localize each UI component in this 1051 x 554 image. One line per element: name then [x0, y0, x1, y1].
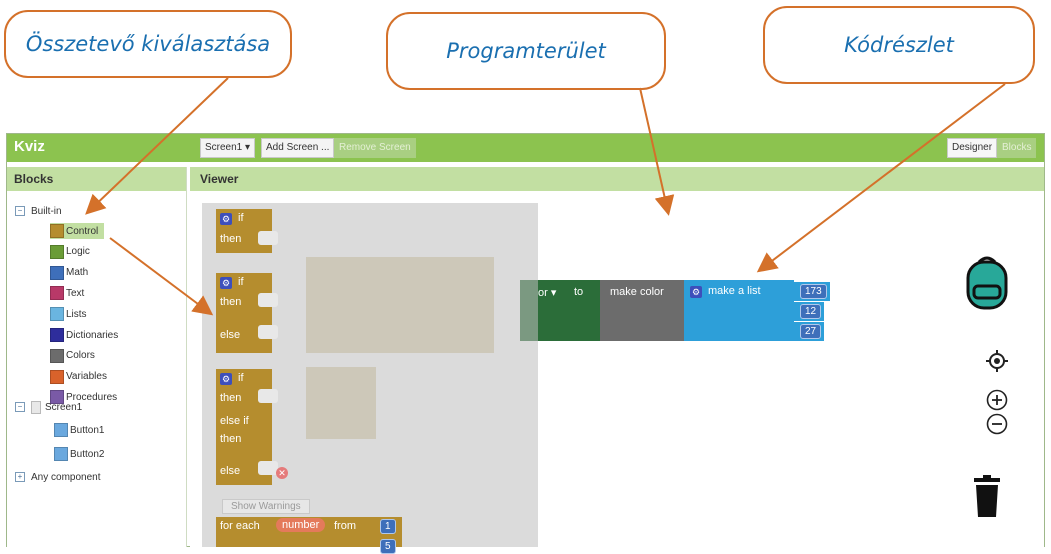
setter-dropdown[interactable]: or ▾ [538, 286, 556, 299]
phone-icon [31, 400, 41, 414]
number-173[interactable]: 173 [794, 282, 830, 301]
make-a-list-block[interactable]: ⚙ make a list [684, 280, 794, 341]
callout-component-select: Összetevő kiválasztása [4, 10, 292, 78]
tree-item-label: Button1 [70, 424, 105, 436]
category-swatch-icon [50, 348, 64, 363]
for-each-label: for each [220, 520, 260, 532]
tree-item-button1[interactable]: Button1 [54, 422, 104, 438]
add-screen-button[interactable]: Add Screen ... [261, 138, 335, 158]
tree-screen1[interactable]: − Screen1 [15, 399, 82, 415]
if-elseif-else-block[interactable]: ⚙ if then else if then else [216, 369, 278, 485]
zoom-out-icon[interactable] [986, 413, 1008, 435]
designer-button[interactable]: Designer [947, 138, 998, 158]
target-icon[interactable] [985, 349, 1009, 373]
if-label: if [238, 212, 244, 224]
tree-item-label: Variables [66, 371, 107, 383]
blocks-button[interactable]: Blocks [997, 138, 1037, 158]
category-swatch-icon [50, 265, 64, 280]
number-value[interactable]: 27 [800, 324, 822, 339]
zoom-in-icon[interactable] [986, 389, 1008, 411]
backpack-icon[interactable] [962, 254, 1012, 310]
category-swatch-icon [50, 286, 64, 301]
gear-icon[interactable]: ⚙ [220, 373, 232, 385]
else-label: else [220, 465, 241, 477]
then-label: then [220, 433, 242, 445]
trash-icon[interactable] [974, 475, 1000, 517]
tree-item-text[interactable]: Text [50, 285, 84, 301]
to-value[interactable]: 5 [380, 539, 396, 554]
if-then-else-block[interactable]: ⚙ if then else [216, 273, 278, 353]
else-if-label: else if [220, 415, 249, 427]
setter-to-label: to [574, 286, 584, 298]
tree-item-label: Lists [66, 308, 87, 320]
tree-item-lists[interactable]: Lists [50, 306, 87, 322]
app-window: Kviz Screen1 ▾ Add Screen ... Remove Scr… [6, 133, 1045, 554]
tree-item-colors[interactable]: Colors [50, 348, 95, 364]
number-value[interactable]: 173 [800, 284, 827, 299]
then-label: then [220, 296, 242, 308]
tree-item-button2[interactable]: Button2 [54, 446, 104, 462]
control-flyout: ⚙ if then ⚙ if then else ⚙ if then else … [202, 203, 538, 554]
number-variable[interactable]: number [276, 518, 326, 532]
category-swatch-icon [50, 307, 64, 322]
tree-any-component[interactable]: + Any component [15, 469, 101, 485]
warning-icon: ✕ [276, 467, 288, 479]
category-swatch-icon [50, 328, 64, 342]
collapse-icon[interactable]: − [15, 206, 25, 216]
show-warnings-button[interactable]: Show Warnings [222, 499, 310, 514]
gear-icon[interactable]: ⚙ [220, 213, 232, 225]
callout-code-snippet: Kódrészlet [763, 6, 1035, 84]
blocks-panel: Blocks − Built-in Control Logic Math Text Li… [7, 167, 187, 547]
collapse-icon[interactable]: − [15, 402, 25, 412]
category-swatch-icon [50, 369, 64, 384]
make-color-block[interactable]: make color [600, 280, 684, 341]
remove-screen-button: Remove Screen [334, 138, 416, 158]
tree-item-label: Dictionaries [66, 329, 119, 341]
top-toolbar: Kviz Screen1 ▾ Add Screen ... Remove Scr… [7, 134, 1044, 162]
number-value[interactable]: 12 [800, 304, 822, 319]
tree-item-label: Logic [66, 246, 90, 258]
if-then-block[interactable]: ⚙ if then [216, 209, 278, 253]
number-12[interactable]: 12 [794, 302, 825, 321]
expand-icon[interactable]: + [15, 472, 25, 482]
then-label: then [220, 233, 242, 245]
category-swatch-icon [50, 244, 64, 259]
tree-item-label: Text [66, 287, 85, 299]
else-label: else [220, 329, 241, 341]
tree-screen1-label: Screen1 [45, 401, 83, 413]
callout-program-area: Programterület [386, 12, 666, 90]
tree-item-logic[interactable]: Logic [50, 244, 90, 260]
viewer-workspace[interactable]: Viewer or ▾ to make color ⚙ make a list … [190, 167, 1044, 554]
tree-any-component-label: Any component [31, 471, 101, 483]
tree-item-label: Button2 [70, 448, 105, 460]
from-label: from [334, 520, 356, 532]
viewer-title: Viewer [190, 167, 1044, 191]
gear-icon[interactable]: ⚙ [220, 277, 232, 289]
button-component-icon [54, 447, 68, 461]
from-value[interactable]: 1 [380, 519, 396, 534]
make-a-list-label: make a list [708, 285, 761, 297]
tree-item-label: Math [66, 267, 89, 279]
gear-icon[interactable]: ⚙ [690, 286, 702, 298]
if-label: if [238, 276, 244, 288]
tree-item-variables[interactable]: Variables [50, 369, 107, 385]
tree-item-control[interactable]: Control [50, 223, 105, 239]
tree-item-label: Colors [66, 350, 95, 362]
number-27[interactable]: 27 [794, 322, 825, 341]
button-component-icon [54, 423, 68, 437]
make-color-label: make color [610, 286, 664, 298]
tree-item-math[interactable]: Math [50, 265, 88, 281]
tree-builtin[interactable]: − Built-in [15, 203, 62, 219]
then-label: then [220, 392, 242, 404]
blocks-panel-title: Blocks [7, 167, 186, 191]
tree-builtin-label: Built-in [31, 205, 62, 217]
app-title: Kviz [14, 138, 45, 155]
screen-select[interactable]: Screen1 ▾ [200, 138, 256, 158]
tree-item-dictionaries[interactable]: Dictionaries [50, 327, 118, 343]
for-each-number-block[interactable]: for each number from 1 5 [216, 517, 402, 554]
category-swatch-icon [50, 224, 64, 238]
if-label: if [238, 372, 244, 384]
tree-item-label: Control [66, 225, 99, 237]
